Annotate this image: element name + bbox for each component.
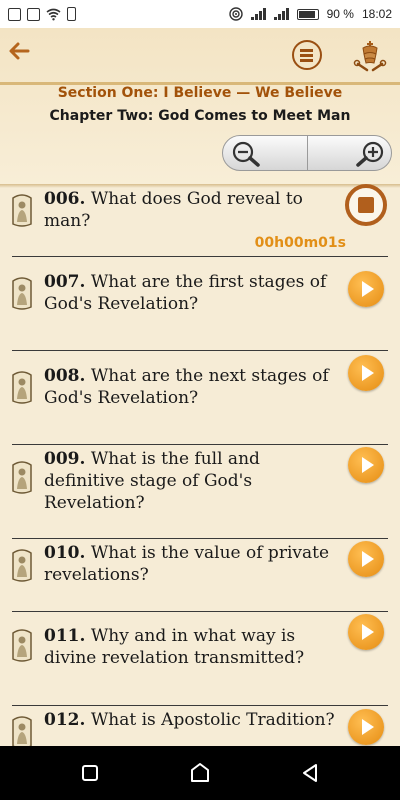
zoom-in-icon	[356, 141, 384, 167]
chapter-title: Chapter Two: God Comes to Meet Man	[49, 108, 351, 124]
saint-medallion-icon	[12, 371, 32, 404]
question-number: 011.	[44, 626, 86, 646]
question-title: What are the next stages of God's Revela…	[44, 366, 329, 408]
question-text: 007. What are the first stages of God's …	[44, 271, 342, 315]
battery-percent: 90 %	[326, 7, 354, 21]
question-text: 010. What is the value of private revela…	[44, 542, 342, 586]
recent-apps-icon[interactable]	[78, 761, 102, 785]
zoom-out-icon	[232, 141, 260, 167]
saint-medallion-icon	[12, 194, 32, 227]
menu-icon	[300, 49, 313, 52]
play-button[interactable]	[348, 355, 384, 391]
signal-icon	[250, 8, 266, 20]
question-text: 012. What is Apostolic Tradition?	[44, 709, 342, 731]
question-text: 008. What are the next stages of God's R…	[44, 365, 342, 409]
menu-button[interactable]	[292, 40, 322, 70]
play-button[interactable]	[348, 271, 384, 307]
playback-timer: 00h00m01s	[254, 235, 346, 251]
arrow-left-icon	[9, 42, 30, 60]
signal-icon-2	[273, 8, 289, 20]
list-item[interactable]: 010. What is the value of private revela…	[0, 539, 400, 611]
question-text: 009. What is the full and definitive sta…	[44, 448, 342, 514]
notification-icon	[8, 7, 21, 21]
notification-icons	[8, 7, 76, 21]
zoom-in-button[interactable]	[306, 136, 392, 170]
play-button[interactable]	[348, 541, 384, 577]
question-list[interactable]: 006. What does God reveal to man? 00h00m…	[0, 184, 400, 746]
phone-icon	[67, 7, 76, 21]
question-number: 006.	[44, 189, 86, 209]
back-triangle-icon[interactable]	[298, 761, 322, 785]
home-icon[interactable]	[188, 761, 212, 785]
question-title: What are the first stages of God's Revel…	[44, 272, 327, 314]
saint-medallion-icon	[12, 461, 32, 494]
back-button[interactable]	[6, 40, 32, 66]
question-text: 011. Why and in what way is divine revel…	[44, 625, 342, 669]
hotspot-icon	[228, 7, 243, 21]
play-button[interactable]	[348, 614, 384, 650]
question-number: 010.	[44, 543, 86, 563]
question-number: 009.	[44, 449, 86, 469]
question-text: 006. What does God reveal to man?	[44, 188, 342, 232]
zoom-out-button[interactable]	[223, 136, 307, 170]
play-button[interactable]	[348, 709, 384, 745]
saint-medallion-icon	[12, 549, 32, 582]
question-title: What is Apostolic Tradition?	[90, 710, 335, 730]
list-item[interactable]: 006. What does God reveal to man? 00h00m…	[0, 184, 400, 258]
list-item[interactable]: 011. Why and in what way is divine revel…	[0, 612, 400, 705]
play-button[interactable]	[348, 447, 384, 483]
clock: 18:02	[361, 7, 392, 21]
section-title: Section One: I Believe — We Believe	[57, 85, 343, 101]
list-item[interactable]: 012. What is Apostolic Tradition?	[0, 706, 400, 746]
list-item[interactable]: 009. What is the full and definitive sta…	[0, 445, 400, 538]
question-number: 008.	[44, 366, 86, 386]
status-bar: 90 % 18:02	[0, 0, 400, 28]
wifi-icon	[46, 8, 61, 20]
saint-medallion-icon	[12, 716, 32, 746]
battery-icon	[296, 8, 319, 20]
zoom-controls	[222, 135, 392, 171]
list-item[interactable]: 007. What are the first stages of God's …	[0, 257, 400, 350]
papal-emblem-icon[interactable]	[352, 38, 388, 74]
question-number: 007.	[44, 272, 86, 292]
toolbar	[0, 28, 400, 82]
list-item[interactable]: 008. What are the next stages of God's R…	[0, 351, 400, 444]
saint-medallion-icon	[12, 277, 32, 310]
question-number: 012.	[44, 710, 86, 730]
saint-medallion-icon	[12, 629, 32, 662]
system-nav-bar	[0, 746, 400, 800]
image-icon	[27, 7, 40, 21]
question-title: What is the value of private revelations…	[44, 543, 330, 585]
stop-button[interactable]	[345, 184, 387, 226]
